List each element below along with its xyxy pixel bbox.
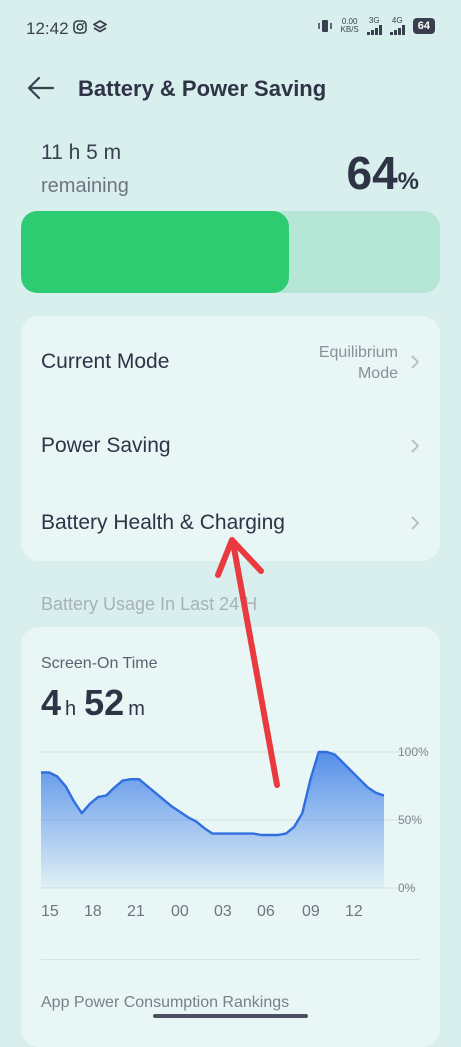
power-saving-label: Power Saving [41, 434, 171, 457]
chart-x-tick-label: 00 [171, 903, 189, 920]
battery-percent-sign: % [397, 168, 419, 195]
remaining-label: remaining [41, 175, 129, 197]
status-icons: 0.00 KB/S 3G 4G 64 [317, 16, 435, 35]
battery-percent: 64% [346, 146, 419, 200]
battery-level-fill [21, 211, 290, 293]
back-arrow-icon[interactable] [26, 74, 56, 102]
chart-y-tick-label: 0% [398, 881, 416, 895]
signal-3g-label: 3G [368, 16, 380, 25]
vibrate-icon [317, 19, 332, 32]
network-speed: 0.00 KB/S [340, 17, 359, 34]
current-mode-value: Equilibrium Mode [319, 342, 398, 384]
app-ranking-title[interactable]: App Power Consumption Rankings [41, 994, 289, 1012]
chevron-right-icon [411, 439, 420, 453]
current-mode-value-line1: Equilibrium [318, 344, 398, 361]
chart-x-tick-label: 03 [214, 903, 232, 920]
status-time: 12:42 [26, 19, 69, 38]
app-notification-icon [93, 20, 107, 33]
section-title: Battery Usage In Last 24 H [41, 594, 258, 614]
current-mode-row[interactable]: Current Mode Equilibrium Mode [21, 332, 440, 392]
chart-x-tick-label: 06 [257, 903, 275, 920]
current-mode-value-line2: Mode [357, 365, 398, 382]
signal-3g: 3G [366, 16, 382, 35]
chart-x-ticks: 15 18 21 00 03 06 09 12 [21, 903, 440, 923]
page-title: Battery & Power Saving [78, 76, 327, 101]
battery-usage-card[interactable]: Screen-On Time 4 h 52 m 100% 50% 0% 15 18 21 00 0… [21, 627, 440, 1047]
remaining-time: 11 h 5 m [41, 141, 122, 164]
chart-y-tick-label: 100% [398, 745, 429, 759]
battery-status-icon: 64 [412, 17, 435, 34]
chevron-right-icon [411, 516, 420, 530]
status-bar: 12:42 0.00 KB/S 3G 4G 64 [0, 0, 461, 56]
current-mode-label: Current Mode [41, 350, 170, 373]
chart-x-tick-label: 21 [127, 903, 145, 920]
divider [41, 959, 419, 960]
chart-x-tick-label: 09 [302, 903, 320, 920]
net-speed-unit: KB/S [340, 24, 359, 34]
chart-x-tick-label: 15 [41, 903, 59, 920]
chevron-right-icon [411, 355, 420, 369]
settings-card: Current Mode Equilibrium Mode Power Savi… [21, 316, 440, 561]
instagram-icon [73, 20, 87, 34]
battery-level-bar [21, 211, 440, 293]
home-indicator[interactable] [153, 1014, 308, 1018]
battery-health-row[interactable]: Battery Health & Charging [21, 493, 440, 553]
power-saving-row[interactable]: Power Saving [21, 416, 440, 476]
chart-y-tick-label: 50% [398, 813, 422, 827]
battery-percent-value: 64 [346, 147, 398, 199]
signal-bars-icon [389, 25, 405, 35]
chart-x-tick-label: 12 [345, 903, 363, 920]
battery-usage-chart: 100% 50% 0% [41, 745, 429, 895]
signal-bars-icon [366, 25, 382, 35]
signal-4g-label: 4G [391, 16, 403, 25]
header: Battery & Power Saving [0, 66, 461, 110]
signal-4g: 4G [389, 16, 405, 35]
chart-x-tick-label: 18 [84, 903, 102, 920]
battery-health-label: Battery Health & Charging [41, 511, 285, 534]
